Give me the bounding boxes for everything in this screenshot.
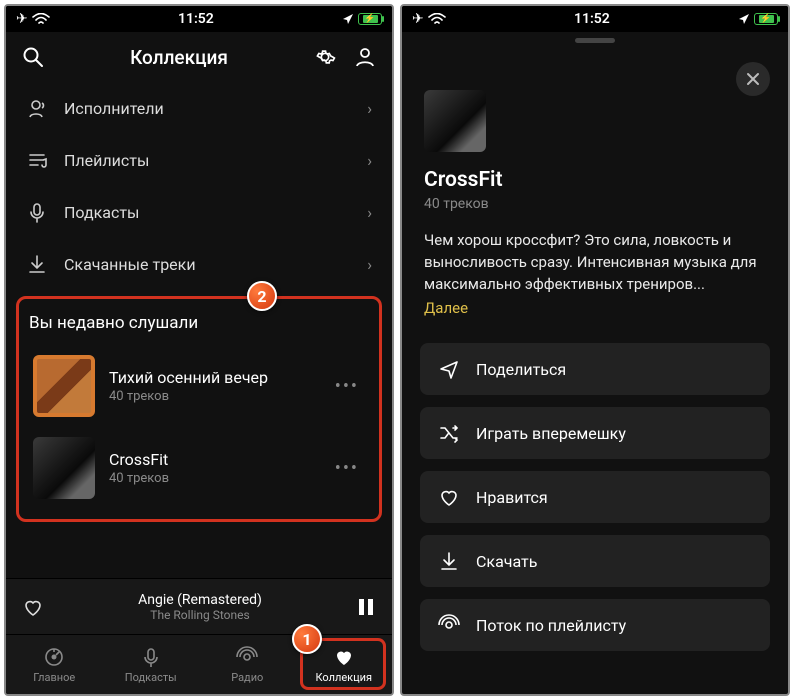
battery-icon: ⚡ xyxy=(754,13,778,25)
nav-label: Скачанные треки xyxy=(64,255,196,274)
status-time: 11:52 xyxy=(574,11,610,27)
action-label: Скачать xyxy=(476,552,537,571)
location-icon xyxy=(738,13,750,25)
like-button[interactable]: Нравится xyxy=(420,471,770,523)
tab-radio[interactable]: Радио xyxy=(199,635,296,694)
chevron-right-icon: › xyxy=(367,255,372,274)
nav-artists[interactable]: Исполнители › xyxy=(6,82,392,134)
tab-bar: Главное Подкасты Радио Коллекция 1 xyxy=(6,634,392,694)
detail-title: CrossFit xyxy=(424,168,766,192)
more-icon[interactable]: ••• xyxy=(335,458,365,479)
action-label: Поток по плейлисту xyxy=(476,616,626,635)
now-playing-artist: The Rolling Stones xyxy=(56,608,344,622)
chevron-right-icon: › xyxy=(367,99,372,118)
action-label: Нравится xyxy=(476,488,548,507)
download-icon xyxy=(438,550,460,572)
action-label: Играть вперемешку xyxy=(476,424,626,443)
airplane-icon: ✈︎ xyxy=(412,11,424,27)
action-list: Поделиться Играть вперемешку Нравится Ск… xyxy=(402,317,788,651)
phone-right: ✈︎ 11:52 ⚡ CrossFit 40 треков Чем хорош … xyxy=(400,4,790,696)
nav-label: Подкасты xyxy=(64,203,139,222)
wifi-icon xyxy=(428,13,446,25)
nav-label: Плейлисты xyxy=(64,151,149,170)
stream-button[interactable]: Поток по плейлисту xyxy=(420,599,770,651)
shuffle-icon xyxy=(438,422,460,444)
battery-icon: ⚡ xyxy=(358,13,382,25)
radio-icon xyxy=(438,614,460,636)
airplane-icon: ✈︎ xyxy=(16,11,28,27)
more-icon[interactable]: ••• xyxy=(335,376,365,397)
recent-item-sub: 40 треков xyxy=(109,389,321,404)
recent-item-title: Тихий осенний вечер xyxy=(109,368,321,387)
detail-sub: 40 треков xyxy=(424,196,766,212)
podcast-icon xyxy=(26,201,48,223)
tab-home[interactable]: Главное xyxy=(6,635,103,694)
status-left: ✈︎ xyxy=(16,11,50,27)
share-icon xyxy=(438,358,460,380)
callout-badge-1: 1 xyxy=(292,624,322,654)
action-label: Поделиться xyxy=(476,360,566,379)
playlist-cover xyxy=(33,355,95,417)
playlist-cover xyxy=(33,437,95,499)
settings-icon[interactable] xyxy=(312,44,338,70)
more-link[interactable]: Далее xyxy=(424,299,468,317)
status-right: ⚡ xyxy=(342,13,382,25)
status-bar: ✈︎ 11:52 ⚡ xyxy=(402,6,788,32)
shuffle-button[interactable]: Играть вперемешку xyxy=(420,407,770,459)
tab-label: Радио xyxy=(231,671,263,684)
status-left: ✈︎ xyxy=(412,11,446,27)
download-button[interactable]: Скачать xyxy=(420,535,770,587)
recent-title: Вы недавно слушали xyxy=(29,313,369,333)
profile-icon[interactable] xyxy=(352,44,378,70)
tab-label: Главное xyxy=(33,671,75,684)
page-title: Коллекция xyxy=(130,46,228,69)
nav-podcasts[interactable]: Подкасты › xyxy=(6,186,392,238)
now-playing-bar[interactable]: Angie (Remastered) The Rolling Stones xyxy=(6,578,392,634)
nav-playlists[interactable]: Плейлисты › xyxy=(6,134,392,186)
recent-item[interactable]: CrossFit 40 треков ••• xyxy=(29,427,369,509)
sheet-grip[interactable] xyxy=(402,32,788,72)
heart-icon[interactable] xyxy=(22,596,44,618)
nav-label: Исполнители xyxy=(64,99,164,118)
chevron-right-icon: › xyxy=(367,151,372,170)
header: Коллекция xyxy=(6,32,392,82)
close-button[interactable] xyxy=(736,62,770,96)
nav-downloaded[interactable]: Скачанные треки › xyxy=(6,238,392,290)
artist-icon xyxy=(26,97,48,119)
tab-label: Подкасты xyxy=(125,671,177,684)
detail-description: Чем хорош кроссфит? Это сила, ловкость и… xyxy=(424,230,766,295)
now-playing-title: Angie (Remastered) xyxy=(56,592,344,608)
recent-section: 2 Вы недавно слушали Тихий осенний вечер… xyxy=(16,296,382,522)
playlist-detail: CrossFit 40 треков Чем хорош кроссфит? Э… xyxy=(402,90,788,317)
tab-label: Коллекция xyxy=(315,671,372,684)
share-button[interactable]: Поделиться xyxy=(420,343,770,395)
status-time: 11:52 xyxy=(178,11,214,27)
callout-badge-2: 2 xyxy=(247,281,277,311)
heart-icon xyxy=(438,486,460,508)
status-bar: ✈︎ 11:52 ⚡ xyxy=(6,6,392,32)
search-icon[interactable] xyxy=(20,44,46,70)
status-right: ⚡ xyxy=(738,13,778,25)
phone-left: ✈︎ 11:52 ⚡ Коллекция Исполнители › xyxy=(4,4,394,696)
tab-podcasts[interactable]: Подкасты xyxy=(103,635,200,694)
recent-item-title: CrossFit xyxy=(109,450,321,469)
pause-icon[interactable] xyxy=(356,597,376,617)
location-icon xyxy=(342,13,354,25)
wifi-icon xyxy=(32,13,50,25)
chevron-right-icon: › xyxy=(367,203,372,222)
playlist-icon xyxy=(26,149,48,171)
playlist-cover xyxy=(424,90,486,152)
recent-item-sub: 40 треков xyxy=(109,471,321,486)
recent-item[interactable]: Тихий осенний вечер 40 треков ••• xyxy=(29,345,369,427)
download-icon xyxy=(26,253,48,275)
